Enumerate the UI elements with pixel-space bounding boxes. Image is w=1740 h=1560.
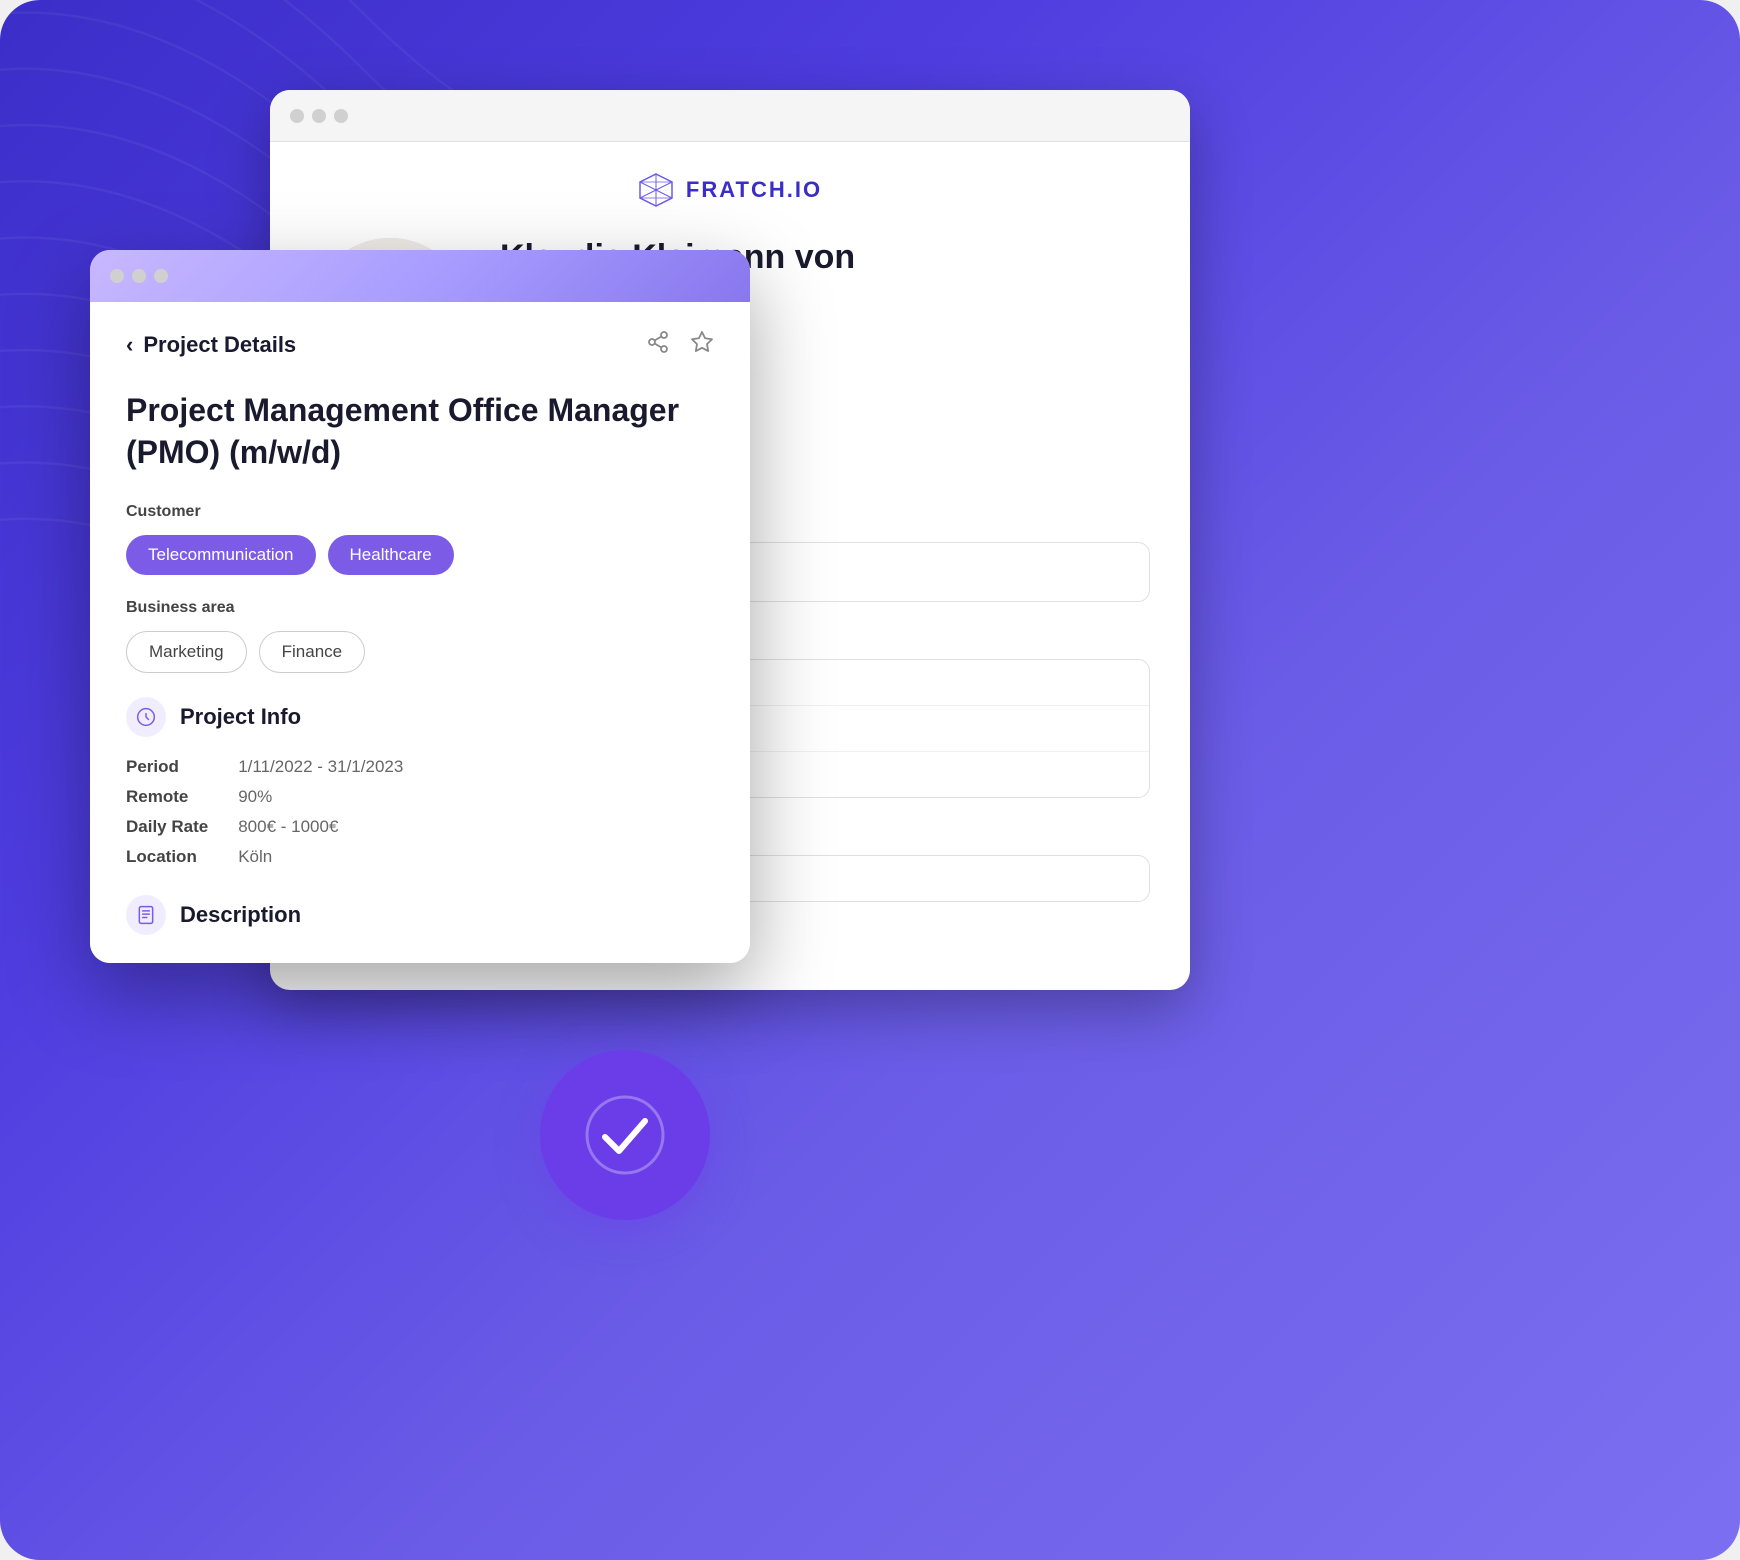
customer-tags: Telecommunication Healthcare: [126, 535, 714, 575]
browser-back-titlebar: [270, 90, 1190, 142]
fratch-logo: FRATCH.IO: [638, 172, 822, 208]
front-traffic-light-yellow: [132, 269, 146, 283]
project-info-title: Project Info: [180, 704, 301, 730]
project-info-grid: Period 1/11/2022 - 31/1/2023 Remote 90% …: [126, 757, 714, 867]
back-arrow-icon: ‹: [126, 332, 133, 358]
tag-marketing[interactable]: Marketing: [126, 631, 247, 673]
project-title: Project Management Office Manager (PMO) …: [126, 390, 714, 473]
front-traffic-light-green: [154, 269, 168, 283]
daily-rate-value: 800€ - 1000€: [238, 817, 714, 837]
traffic-light-yellow: [312, 109, 326, 123]
fratch-logo-text: FRATCH.IO: [686, 177, 822, 203]
project-info-icon: [126, 697, 166, 737]
remote-key: Remote: [126, 787, 208, 807]
business-area-label: Business area: [126, 599, 714, 617]
browser-front-titlebar: [90, 250, 750, 302]
browser-front-body: ‹ Project Details: [90, 302, 750, 963]
nav-icons: [646, 330, 714, 360]
description-icon: [126, 895, 166, 935]
daily-rate-key: Daily Rate: [126, 817, 208, 837]
back-nav: ‹ Project Details: [126, 330, 714, 360]
front-traffic-light-red: [110, 269, 124, 283]
project-info-header: Project Info: [126, 697, 714, 737]
location-key: Location: [126, 847, 208, 867]
tag-healthcare[interactable]: Healthcare: [328, 535, 454, 575]
business-area-tags: Marketing Finance: [126, 631, 714, 673]
page-title: Project Details: [143, 332, 296, 358]
traffic-light-green: [334, 109, 348, 123]
bookmark-icon[interactable]: [690, 330, 714, 360]
period-key: Period: [126, 757, 208, 777]
traffic-light-red: [290, 109, 304, 123]
tag-telecommunication[interactable]: Telecommunication: [126, 535, 316, 575]
share-icon[interactable]: [646, 330, 670, 360]
period-value: 1/11/2022 - 31/1/2023: [238, 757, 714, 777]
checkmark-circle: [540, 1050, 710, 1220]
fratch-logo-icon: [638, 172, 674, 208]
browser-front-window: ‹ Project Details: [90, 250, 750, 963]
location-value: Köln: [238, 847, 714, 867]
remote-value: 90%: [238, 787, 714, 807]
description-title: Description: [180, 902, 301, 928]
tag-finance[interactable]: Finance: [259, 631, 365, 673]
back-button[interactable]: ‹ Project Details: [126, 332, 296, 358]
description-header: Description: [126, 895, 714, 935]
customer-label: Customer: [126, 503, 714, 521]
background: FRATCH.IO: [0, 0, 1740, 1560]
